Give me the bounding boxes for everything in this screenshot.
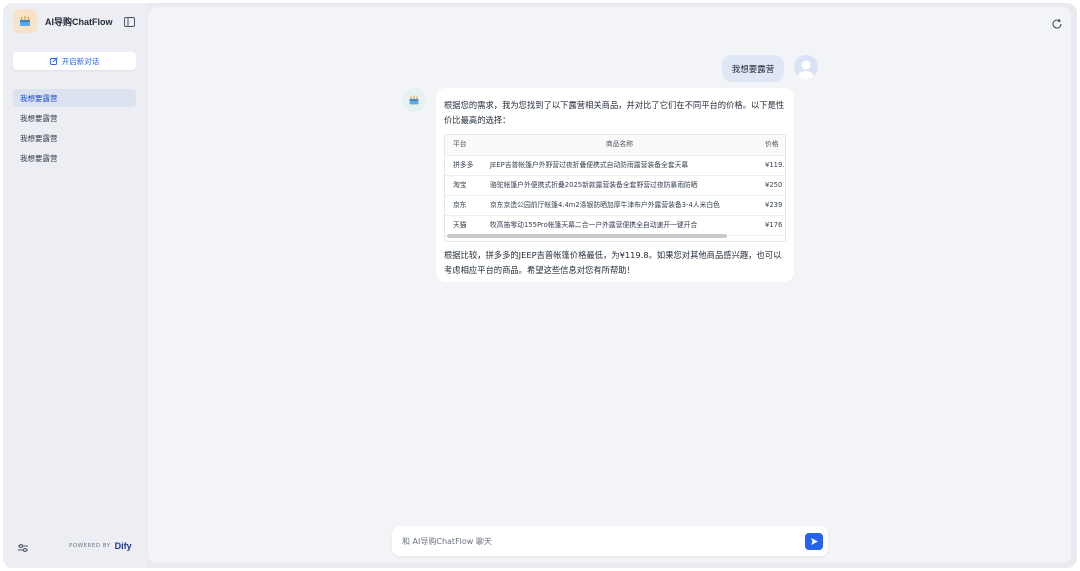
cake-logo-icon bbox=[13, 9, 37, 33]
table-cell: 淘宝 bbox=[445, 175, 482, 196]
conversation-label: 我想要露营 bbox=[20, 133, 58, 143]
chat-input[interactable] bbox=[402, 533, 782, 549]
powered-by-label: POWERED BY bbox=[69, 543, 111, 549]
conversation-item[interactable]: 我想要露营 bbox=[13, 109, 136, 127]
bot-message: 根据您的需求，我为您找到了以下露营相关商品，并对比了它们在不同平台的价格。以下是… bbox=[436, 88, 794, 282]
send-button[interactable] bbox=[805, 533, 823, 550]
table-row: 淘宝 骆驼帐篷户外便携式折叠2025新款露营装备全套野营过夜防暴雨防晒 ¥250 bbox=[445, 175, 785, 196]
conversation-label: 我想要露营 bbox=[20, 113, 58, 123]
user-message-text: 我想要露营 bbox=[731, 64, 775, 75]
table-cell: ¥176 bbox=[757, 215, 785, 236]
price-table: 平台 商品名称 价格 拼多多 JEEP吉普帐篷户外野营过夜折叠便携式自动防雨露营… bbox=[444, 134, 786, 242]
table-cell: JEEP吉普帐篷户外野营过夜折叠便携式自动防雨露营装备全套天幕 bbox=[482, 155, 757, 176]
table-cell: 牧高笛零动155Pro帐篷天幕二合一户外露营便携全自动速开一键开合 bbox=[482, 215, 757, 236]
table-cell: 天猫 bbox=[445, 215, 482, 236]
new-chat-label: 开启新对话 bbox=[61, 56, 100, 66]
conversation-label: 我想要露营 bbox=[20, 153, 58, 163]
bot-summary-text: 根据比较，拼多多的JEEP吉普帐篷价格最低，为¥119.8。如果您对其他商品感兴… bbox=[444, 250, 782, 275]
conversation-label: 我想要露营 bbox=[20, 93, 58, 103]
cake-icon bbox=[409, 95, 419, 105]
column-header: 价格 bbox=[757, 135, 785, 156]
conversation-item[interactable]: 我想要露营 bbox=[13, 149, 136, 167]
brand: AI导购ChatFlow bbox=[13, 9, 113, 33]
edit-icon bbox=[49, 57, 58, 65]
settings-sliders-icon[interactable] bbox=[17, 543, 29, 553]
refresh-icon[interactable] bbox=[1051, 18, 1063, 30]
conversation-item[interactable]: 我想要露营 bbox=[13, 129, 136, 147]
bot-avatar bbox=[402, 88, 426, 112]
send-icon bbox=[810, 538, 818, 545]
bot-intro-text: 根据您的需求，我为您找到了以下露营相关商品，并对比了它们在不同平台的价格。以下是… bbox=[444, 100, 785, 125]
app-title: AI导购ChatFlow bbox=[45, 16, 113, 27]
chat-panel: 我想要露营 根据您的需求，我为您找到了以下露营相关商品，并对比了它们在不同平台的… bbox=[148, 7, 1071, 563]
chat-input-bar bbox=[392, 526, 828, 556]
table-cell: ¥239 bbox=[757, 195, 785, 216]
dify-logo: Dify bbox=[114, 541, 132, 551]
conversation-list: 我想要露营 我想要露营 我想要露营 我想要露营 bbox=[13, 89, 136, 169]
user-message: 我想要露营 bbox=[722, 55, 784, 82]
column-header: 商品名称 bbox=[482, 135, 757, 156]
user-avatar bbox=[794, 55, 818, 79]
column-header: 平台 bbox=[445, 135, 482, 156]
table-cell: 京东京造公园前厅帐篷4.4m2涤银防晒加厚牛津布户外露营装备3-4人米白色 bbox=[482, 195, 757, 216]
powered-by: POWERED BY Dify bbox=[69, 541, 132, 551]
table-cell: ¥119.8 bbox=[757, 155, 785, 176]
table-cell: 骆驼帐篷户外便携式折叠2025新款露营装备全套野营过夜防暴雨防晒 bbox=[482, 175, 757, 196]
table-cell: ¥250 bbox=[757, 175, 785, 196]
sidebar: AI导购ChatFlow 开启新对话 我想要露营 我想要露营 我想要露营 我想要… bbox=[3, 3, 147, 568]
table-header-row: 平台 商品名称 价格 bbox=[445, 135, 785, 156]
conversation-item[interactable]: 我想要露营 bbox=[13, 89, 136, 107]
table-cell: 京东 bbox=[445, 195, 482, 216]
table-cell: 拼多多 bbox=[445, 155, 482, 176]
table-horizontal-scrollbar[interactable] bbox=[447, 234, 727, 238]
table-row: 天猫 牧高笛零动155Pro帐篷天幕二合一户外露营便携全自动速开一键开合 ¥17… bbox=[445, 215, 785, 236]
table-row: 拼多多 JEEP吉普帐篷户外野营过夜折叠便携式自动防雨露营装备全套天幕 ¥119… bbox=[445, 155, 785, 176]
new-chat-button[interactable]: 开启新对话 bbox=[13, 52, 136, 70]
app-window: AI导购ChatFlow 开启新对话 我想要露营 我想要露营 我想要露营 我想要… bbox=[3, 3, 1077, 568]
table-row: 京东 京东京造公园前厅帐篷4.4m2涤银防晒加厚牛津布户外露营装备3-4人米白色… bbox=[445, 195, 785, 216]
sidebar-toggle-icon[interactable] bbox=[123, 16, 135, 28]
